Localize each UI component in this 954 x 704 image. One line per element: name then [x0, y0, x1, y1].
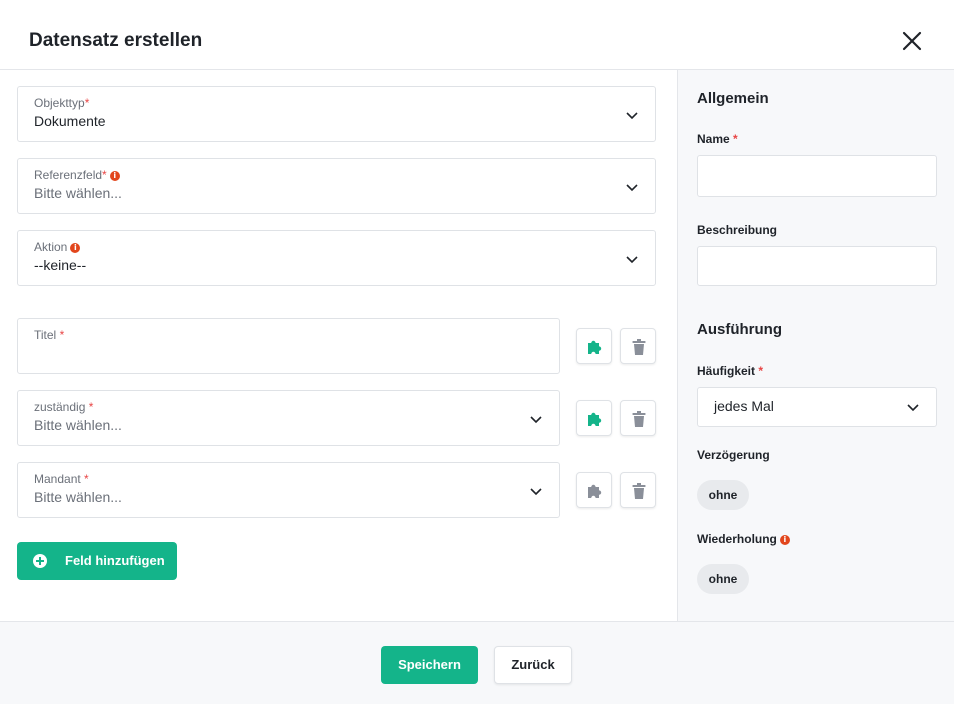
- settings-sidebar: Allgemein Name * Beschreibung Ausführung…: [677, 70, 954, 621]
- required-marker: *: [59, 328, 65, 342]
- verzoegerung-chip[interactable]: ohne: [697, 480, 749, 510]
- add-field-button[interactable]: Feld hinzufügen: [17, 542, 177, 580]
- haeufigkeit-label: Häufigkeit *: [697, 364, 764, 378]
- required-marker: *: [88, 400, 94, 414]
- chevron-down-icon: [530, 488, 542, 496]
- puzzle-icon: [588, 340, 602, 354]
- mandant-select[interactable]: Mandant * Bitte wählen...: [17, 462, 560, 518]
- aktion-select[interactable]: Aktion i --keine--: [17, 230, 656, 286]
- objekttyp-label: Objekttyp*: [34, 96, 90, 110]
- titel-placeholder-button[interactable]: [576, 328, 612, 364]
- verzoegerung-label: Verzögerung: [697, 448, 770, 462]
- add-field-label: Feld hinzufügen: [65, 553, 165, 568]
- required-marker: *: [733, 132, 738, 146]
- mandant-placeholder-button[interactable]: [576, 472, 612, 508]
- haeufigkeit-value: jedes Mal: [714, 398, 774, 414]
- chevron-down-icon: [530, 416, 542, 424]
- close-icon: [902, 31, 922, 51]
- zustaendig-delete-button[interactable]: [620, 400, 656, 436]
- referenzfeld-select[interactable]: Referenzfeld* i Bitte wählen...: [17, 158, 656, 214]
- trash-icon: [632, 339, 646, 355]
- trash-icon: [632, 483, 646, 499]
- zustaendig-placeholder: Bitte wählen...: [34, 417, 122, 433]
- zustaendig-label: zuständig *: [34, 400, 94, 414]
- dialog-title: Datensatz erstellen: [29, 30, 203, 51]
- mandant-delete-button[interactable]: [620, 472, 656, 508]
- haeufigkeit-select[interactable]: jedes Mal: [697, 387, 937, 427]
- beschreibung-label: Beschreibung: [697, 223, 778, 237]
- section-allgemein: Allgemein: [697, 90, 769, 107]
- save-button[interactable]: Speichern: [381, 646, 478, 684]
- puzzle-icon: [588, 412, 602, 426]
- chevron-down-icon: [626, 184, 638, 192]
- referenzfeld-label: Referenzfeld* i: [34, 168, 120, 182]
- puzzle-icon: [588, 484, 602, 498]
- beschreibung-input[interactable]: [697, 246, 937, 286]
- chevron-down-icon: [907, 404, 919, 412]
- close-button[interactable]: [899, 28, 925, 54]
- required-marker: *: [84, 472, 89, 486]
- titel-label: Titel *: [34, 328, 65, 342]
- chevron-down-icon: [626, 112, 638, 120]
- info-icon[interactable]: i: [109, 171, 120, 181]
- chevron-down-icon: [626, 256, 638, 264]
- info-icon[interactable]: i: [779, 535, 790, 545]
- objekttyp-value: Dokumente: [34, 113, 106, 129]
- zustaendig-select[interactable]: zuständig * Bitte wählen...: [17, 390, 560, 446]
- objekttyp-select[interactable]: Objekttyp* Dokumente: [17, 86, 656, 142]
- wiederholung-chip[interactable]: ohne: [697, 564, 749, 594]
- mandant-placeholder: Bitte wählen...: [34, 489, 122, 505]
- info-icon[interactable]: i: [70, 243, 81, 253]
- required-marker: *: [102, 168, 107, 182]
- form-panel: Objekttyp* Dokumente Referenzfeld* i Bitt…: [0, 70, 677, 621]
- trash-icon: [632, 411, 646, 427]
- zustaendig-placeholder-button[interactable]: [576, 400, 612, 436]
- aktion-value: --keine--: [34, 257, 87, 273]
- name-input[interactable]: [697, 155, 937, 197]
- titel-input[interactable]: Titel *: [17, 318, 560, 374]
- aktion-label: Aktion i: [34, 240, 81, 254]
- section-ausfuehrung: Ausführung: [697, 321, 782, 338]
- required-marker: *: [758, 364, 764, 378]
- dialog-footer: Speichern Zurück: [0, 621, 954, 704]
- name-label: Name *: [697, 132, 738, 146]
- referenzfeld-placeholder: Bitte wählen...: [34, 185, 122, 201]
- titel-delete-button[interactable]: [620, 328, 656, 364]
- required-marker: *: [84, 96, 90, 110]
- plus-circle-icon: [33, 554, 47, 568]
- back-button[interactable]: Zurück: [494, 646, 572, 684]
- dialog-header: Datensatz erstellen: [0, 0, 954, 70]
- wiederholung-label: Wiederholung i: [697, 532, 790, 546]
- mandant-label: Mandant *: [34, 472, 89, 486]
